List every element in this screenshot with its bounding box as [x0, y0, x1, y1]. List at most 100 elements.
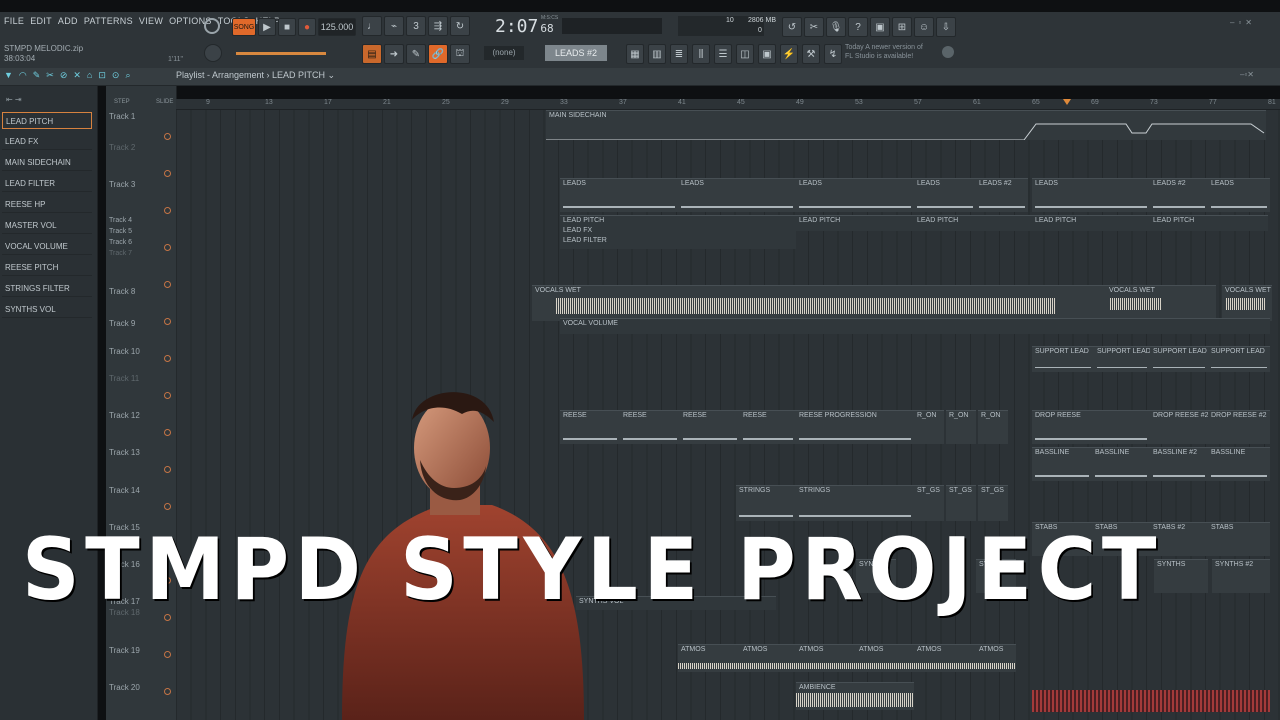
clip-leads[interactable]: LEADS [1032, 178, 1150, 212]
metronome-icon[interactable]: ♩ [362, 16, 382, 36]
automation-clip-item[interactable]: MAIN SIDECHAIN [2, 154, 92, 171]
link-tool-icon[interactable]: 🔗 [428, 44, 448, 64]
track-label[interactable]: Track 13 [109, 448, 140, 457]
pencil-tool-icon[interactable]: ✎ [406, 44, 426, 64]
clip-vocals-wet[interactable]: VOCALS WET [1106, 285, 1216, 321]
clip-support-lead[interactable]: SUPPORT LEAD [1094, 346, 1150, 372]
piano-roll-icon[interactable]: ▥ [648, 44, 666, 64]
clip-bassline[interactable]: BASSLINE [1032, 447, 1092, 481]
clip-strings[interactable]: STRINGS [796, 485, 914, 521]
news-panel[interactable]: Today A newer version of FL Studio is av… [845, 43, 923, 61]
clip-bassline-2[interactable]: BASSLINE #2 [1150, 447, 1208, 481]
track-label[interactable]: Track 9 [109, 319, 135, 328]
track-mute-icon[interactable] [164, 651, 171, 658]
playhead-marker-icon[interactable] [1063, 99, 1071, 105]
window-controls[interactable]: –▫✕ [1230, 18, 1276, 28]
plug-icon[interactable]: ⚡ [780, 44, 798, 64]
clip-main-sidechain[interactable]: MAIN SIDECHAIN [546, 110, 1266, 140]
playlist-tool-icon[interactable]: ▤ [362, 44, 382, 64]
track-label[interactable]: Track 19 [109, 646, 140, 655]
clip-stabs[interactable]: STABS [1208, 522, 1270, 556]
mixer-window-icon[interactable]: ⫼ [692, 44, 710, 64]
track-label[interactable]: Track 12 [109, 411, 140, 420]
clip-atmos[interactable]: ATMOS [678, 644, 740, 672]
clip-leads[interactable]: LEADS [796, 178, 914, 212]
stamp-tool-icon[interactable]: ⛫ [450, 44, 470, 64]
track-label[interactable]: Track 8 [109, 287, 135, 296]
clip-reese-progression[interactable]: REESE PROGRESSION [796, 410, 914, 444]
track-mute-icon[interactable] [164, 133, 171, 140]
menu-edit[interactable]: EDIT [30, 16, 52, 26]
clip-reese[interactable]: REESE [740, 410, 796, 444]
clip-drop-reese-2[interactable]: DROP REESE #2 [1150, 410, 1208, 444]
track-label[interactable]: Track 4 [109, 217, 132, 224]
clip-support-lead[interactable]: SUPPORT LEAD [1032, 346, 1094, 372]
track-mute-icon[interactable] [164, 466, 171, 473]
clip-support-lead[interactable]: SUPPORT LEAD [1208, 346, 1270, 372]
track-label[interactable]: Track 7 [109, 250, 132, 257]
clip-vocals-wet[interactable]: VOCALS WET [532, 285, 1192, 321]
track-label[interactable]: Track 11 [109, 374, 139, 383]
track-label[interactable]: Track 3 [109, 180, 135, 189]
track-mute-icon[interactable] [164, 503, 171, 510]
clip-ambience[interactable]: AMBIENCE [796, 682, 914, 710]
clip-lead-pitch[interactable]: LEAD PITCH [1150, 215, 1268, 231]
clip-r-on[interactable]: R_ON [946, 410, 976, 444]
chat-icon[interactable]: ☺ [914, 17, 934, 37]
clip-leads[interactable]: LEADS [678, 178, 796, 212]
playlist-title[interactable]: Playlist - Arrangement › LEAD PITCH ⌄ [176, 70, 335, 81]
play-icon[interactable]: ▶ [258, 18, 276, 36]
menu-patterns[interactable]: PATTERNS [84, 16, 133, 26]
master-pitch-slider[interactable] [236, 52, 326, 55]
automation-clip-item[interactable]: LEAD FX [2, 133, 92, 150]
clip-lead-pitch[interactable]: LEAD PITCH [796, 215, 914, 231]
track-mute-icon[interactable] [164, 429, 171, 436]
undo-icon[interactable]: ↺ [782, 17, 802, 37]
track-label[interactable]: Track 10 [109, 347, 140, 356]
plugin-icon[interactable]: ◫ [736, 44, 754, 64]
export-icon[interactable]: ⇩ [936, 17, 956, 37]
performance-icon[interactable]: ▣ [758, 44, 776, 64]
browser-icon[interactable]: ☰ [714, 44, 732, 64]
automation-clip-item[interactable]: STRINGS FILTER [2, 280, 92, 297]
track-mute-icon[interactable] [164, 281, 171, 288]
menu-file[interactable]: FILE [4, 16, 24, 26]
track-label[interactable]: Track 14 [109, 486, 140, 495]
clip-atmos[interactable]: ATMOS [740, 644, 796, 672]
track-mute-icon[interactable] [164, 355, 171, 362]
save-icon[interactable]: ▣ [870, 17, 890, 37]
automation-clip-item[interactable]: LEAD FILTER [2, 175, 92, 192]
song-mode-button[interactable]: SONG [232, 18, 256, 36]
automation-clip-item[interactable]: REESE PITCH [2, 259, 92, 276]
tempo-display[interactable]: 125.000 [318, 18, 356, 36]
clip-st-gs[interactable]: ST_GS [978, 485, 1008, 521]
cut-icon[interactable]: ✂ [804, 17, 824, 37]
mixer-icon[interactable]: ⊞ [892, 17, 912, 37]
clip-bassline[interactable]: BASSLINE [1092, 447, 1150, 481]
track-label[interactable]: Track 5 [109, 228, 132, 235]
help-icon[interactable]: ? [848, 17, 868, 37]
mic-icon[interactable]: 🎙 [826, 17, 846, 37]
clip-synths[interactable]: SYNTHS [1154, 559, 1208, 593]
clip-leads-2[interactable]: LEADS #2 [1150, 178, 1208, 212]
track-mute-icon[interactable] [164, 318, 171, 325]
clip-st-gs[interactable]: ST_GS [914, 485, 944, 521]
clip-vocals-wet[interactable]: VOCALS WET [1222, 285, 1272, 321]
clip-r-on[interactable]: R_ON [914, 410, 944, 444]
clip-st-gs[interactable]: ST_GS [946, 485, 976, 521]
track-mute-icon[interactable] [164, 688, 171, 695]
clip-leads-2[interactable]: LEADS #2 [976, 178, 1028, 212]
track-label[interactable]: Track 2 [109, 143, 135, 152]
track-label[interactable]: Track 20 [109, 683, 140, 692]
menu-add[interactable]: ADD [58, 16, 78, 26]
clip-bassline[interactable]: BASSLINE [1208, 447, 1270, 481]
track-mute-icon[interactable] [164, 207, 171, 214]
globe-icon[interactable] [942, 46, 954, 58]
track-mute-icon[interactable] [164, 392, 171, 399]
clip-strings[interactable]: STRINGS [736, 485, 796, 521]
clip-vocal-volume[interactable]: VOCAL VOLUME [560, 318, 1270, 334]
snap-select[interactable]: (none) [484, 46, 524, 60]
master-volume-knob[interactable] [204, 44, 222, 62]
clip-leads[interactable]: LEADS [914, 178, 976, 212]
clip-atmos[interactable]: ATMOS [796, 644, 856, 672]
